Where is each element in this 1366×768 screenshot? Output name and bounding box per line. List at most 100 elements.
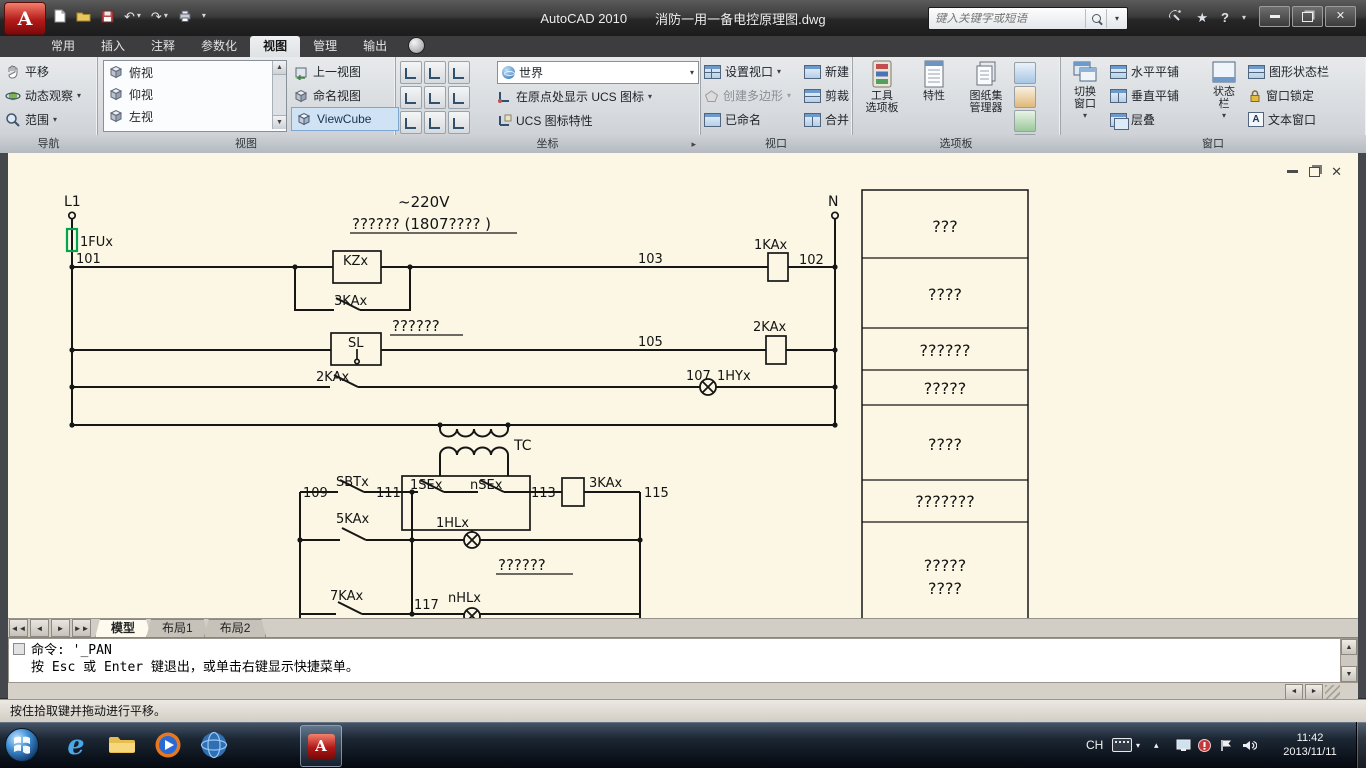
cascade-button[interactable]: 层叠 xyxy=(1110,109,1155,130)
keyboard-layout-button[interactable] xyxy=(1112,722,1132,768)
help-dropdown-icon[interactable]: ▾ xyxy=(1242,14,1246,22)
scroll-up-icon[interactable]: ▲ xyxy=(1341,639,1357,655)
window-lock-button[interactable]: 窗口锁定 xyxy=(1248,85,1314,106)
application-menu-button[interactable]: A xyxy=(4,2,46,35)
search-dropdown-button[interactable]: ▾ xyxy=(1106,9,1127,28)
ucs-tool-icon[interactable] xyxy=(424,111,446,134)
ucs-origin-dropdown-icon[interactable]: ▾ xyxy=(648,93,652,101)
ucs-tool-icon[interactable] xyxy=(448,61,470,84)
taskbar-browser-button[interactable] xyxy=(196,729,232,761)
drawing-status-bar-button[interactable]: 图形状态栏 xyxy=(1248,61,1329,82)
taskbar-clock[interactable]: 11:42 2013/11/11 xyxy=(1266,722,1354,768)
favorites-button[interactable]: ★ xyxy=(1196,10,1208,26)
view-list-item-left[interactable]: 左视 xyxy=(104,105,286,127)
palette-mini-icon[interactable] xyxy=(1014,110,1036,132)
viewport-setup-button[interactable]: 设置视口 ▾ xyxy=(704,61,781,82)
taskbar-explorer-button[interactable] xyxy=(104,729,140,761)
doc-restore-icon[interactable] xyxy=(1309,167,1320,177)
orbit-button[interactable]: 动态观察 ▾ xyxy=(5,85,81,106)
palette-mini-icon[interactable] xyxy=(1014,86,1036,108)
tab-home[interactable]: 常用 xyxy=(38,36,88,57)
ucs-tool-icon[interactable] xyxy=(424,86,446,109)
close-button[interactable]: ✕ xyxy=(1325,6,1356,27)
tool-palettes-button[interactable]: 工具 选项板 xyxy=(858,60,906,132)
minimize-button[interactable] xyxy=(1259,6,1290,27)
show-desktop-button[interactable] xyxy=(1356,722,1366,768)
panel-title-coordinates[interactable]: 坐标 ▸ xyxy=(395,135,700,153)
viewcube-toggle-button[interactable]: ViewCube xyxy=(291,107,399,131)
redo-dropdown-icon[interactable]: ▾ xyxy=(164,12,168,20)
ucs-tool-icon[interactable] xyxy=(448,111,470,134)
panel-expand-icon[interactable]: ▸ xyxy=(691,135,696,153)
ucs-icon-properties-button[interactable]: UCS 图标特性 xyxy=(497,110,593,131)
ucs-icon-origin-button[interactable]: 在原点处显示 UCS 图标 ▾ xyxy=(497,86,652,107)
tab-annotate[interactable]: 注释 xyxy=(138,36,188,57)
palette-mini-icon[interactable] xyxy=(1014,62,1036,84)
panel-title-navigation[interactable]: 导航 xyxy=(0,135,97,153)
view-list[interactable]: 俯视 仰视 左视 ▲ ▼ xyxy=(103,60,287,132)
combo-dropdown-icon[interactable]: ▾ xyxy=(690,69,694,77)
action-center-button[interactable] xyxy=(1220,722,1233,768)
ucs-tool-icon[interactable] xyxy=(400,111,422,134)
ucs-tool-icon[interactable] xyxy=(400,61,422,84)
volume-button[interactable] xyxy=(1242,722,1257,768)
ime-options-button[interactable]: ▾ xyxy=(1136,722,1140,768)
scroll-right-icon[interactable]: ► xyxy=(1305,684,1323,700)
qat-customize-icon[interactable]: ▾ xyxy=(202,12,206,20)
sheet-set-manager-button[interactable]: 图纸集 管理器 xyxy=(962,60,1010,132)
resize-grip[interactable] xyxy=(1325,685,1340,699)
view-list-item-bottom[interactable]: 仰视 xyxy=(104,83,286,105)
text-window-button[interactable]: A 文本窗口 xyxy=(1248,109,1316,130)
ribbon-minimize-icon[interactable] xyxy=(408,37,425,54)
next-tab-icon[interactable]: ► xyxy=(51,619,70,637)
view-list-scrollbar[interactable]: ▲ ▼ xyxy=(272,61,286,129)
named-views-button[interactable]: 命名视图 xyxy=(293,85,361,106)
tray-update-button[interactable] xyxy=(1198,722,1211,768)
search-input[interactable] xyxy=(929,13,1085,25)
polygon-dropdown-icon[interactable]: ▾ xyxy=(787,92,791,100)
ucs-tool-icon[interactable] xyxy=(400,86,422,109)
tab-view[interactable]: 视图 xyxy=(250,36,300,57)
view-list-item-top[interactable]: 俯视 xyxy=(104,61,286,83)
doc-minimize-icon[interactable] xyxy=(1287,170,1298,173)
panel-title-palettes[interactable]: 选项板 xyxy=(852,135,1060,153)
panel-title-window[interactable]: 窗口 xyxy=(1060,135,1366,153)
drawing-area[interactable]: L1 N ~220V ?????? (1807???? ) 1FUx 101 K… xyxy=(8,153,1358,618)
tab-manage[interactable]: 管理 xyxy=(300,36,350,57)
command-history[interactable]: 命令: '_PAN 按 Esc 或 Enter 键退出，或单击右键显示快捷菜单。 xyxy=(8,638,1342,683)
start-button[interactable] xyxy=(2,725,42,765)
zoom-extents-button[interactable]: 范围 ▾ xyxy=(5,109,57,130)
panel-title-views[interactable]: 视图 xyxy=(97,135,395,153)
tab-output[interactable]: 输出 xyxy=(350,36,400,57)
open-file-button[interactable] xyxy=(76,10,91,22)
previous-view-button[interactable]: 上一视图 xyxy=(293,61,361,82)
panel-title-viewports[interactable]: 视口 xyxy=(700,135,852,153)
ucs-tool-icon[interactable] xyxy=(424,61,446,84)
new-viewport-button[interactable]: 新建 xyxy=(804,61,849,82)
new-file-button[interactable] xyxy=(54,9,66,23)
prev-tab-icon[interactable]: ◄ xyxy=(30,619,49,637)
restore-button[interactable] xyxy=(1292,6,1323,27)
zoom-dropdown-icon[interactable]: ▾ xyxy=(53,116,57,124)
doc-close-icon[interactable]: ✕ xyxy=(1331,165,1342,178)
named-viewports-button[interactable]: 已命名 xyxy=(704,109,761,130)
tab-parametric[interactable]: 参数化 xyxy=(188,36,250,57)
properties-palette-button[interactable]: 特性 xyxy=(910,60,958,132)
first-tab-icon[interactable]: ◄◄ xyxy=(9,619,28,637)
polygonal-viewport-button[interactable]: 创建多边形 ▾ xyxy=(704,85,791,106)
ucs-tool-icon[interactable] xyxy=(448,86,470,109)
scroll-down-icon[interactable]: ▼ xyxy=(273,115,286,129)
orbit-dropdown-icon[interactable]: ▾ xyxy=(77,92,81,100)
command-horizontal-scrollbar[interactable]: ◄ ► xyxy=(8,683,1342,700)
tile-horizontally-button[interactable]: 水平平铺 xyxy=(1110,61,1179,82)
taskbar-media-player-button[interactable] xyxy=(150,729,186,761)
pan-button[interactable]: 平移 xyxy=(5,61,49,82)
tab-layout2[interactable]: 布局2 xyxy=(204,619,267,638)
command-vertical-scrollbar[interactable]: ▲ ▼ xyxy=(1340,638,1358,683)
tab-insert[interactable]: 插入 xyxy=(88,36,138,57)
undo-button[interactable]: ↶▾ xyxy=(124,10,141,23)
undo-dropdown-icon[interactable]: ▾ xyxy=(137,12,141,20)
switch-windows-dropdown-icon[interactable]: ▾ xyxy=(1083,112,1087,120)
named-ucs-combo[interactable]: 世界 ▾ xyxy=(497,61,699,84)
plot-button[interactable] xyxy=(178,10,192,22)
